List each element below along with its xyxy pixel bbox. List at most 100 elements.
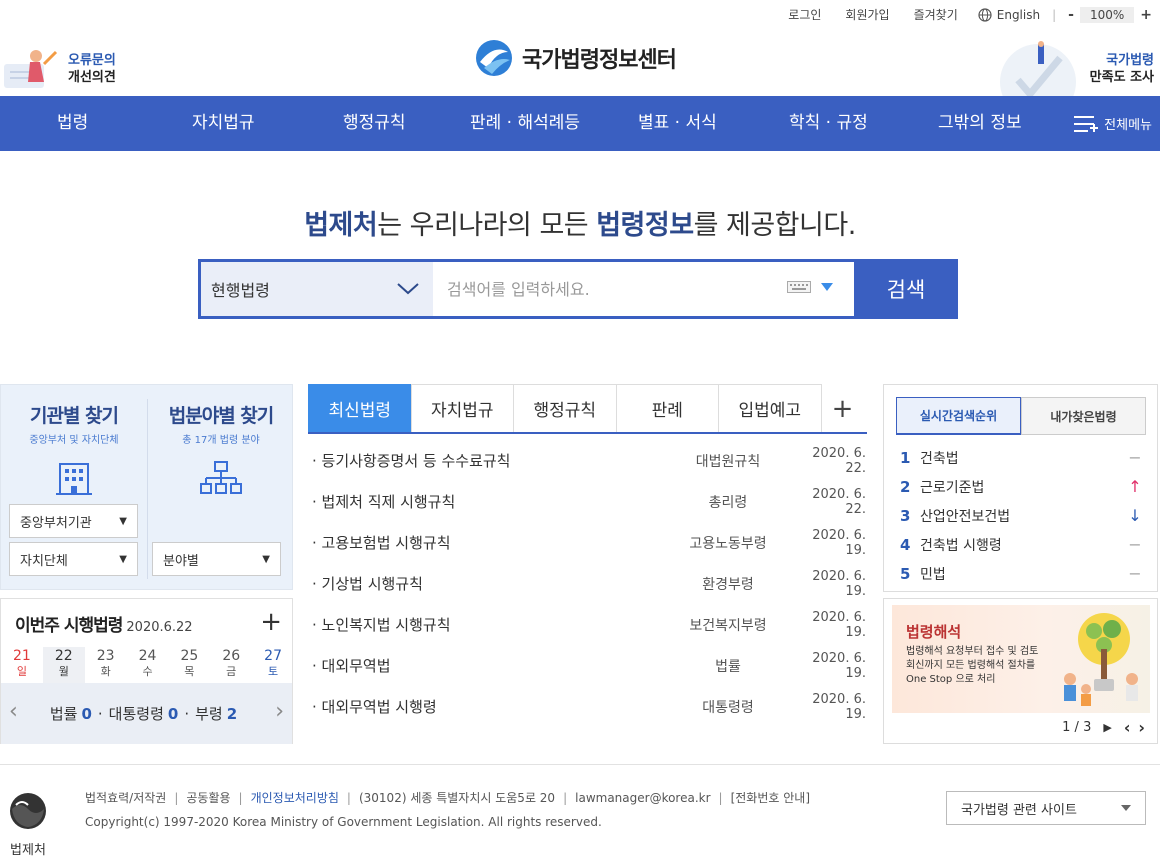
list-item[interactable]: 5 민법 − (900, 559, 1145, 588)
site-footer: 법제처 법적효력/저작권 | 공동활용 | 개인정보처리방침 | (30102) 세종… (0, 764, 1160, 859)
search-button[interactable]: 검색 (854, 259, 958, 319)
search-scope-value: 현행법령 (211, 281, 270, 300)
rank-term[interactable]: 건축법 (920, 448, 1125, 468)
ministry-count[interactable]: 2 (227, 705, 237, 723)
week-more-button[interactable]: + (260, 609, 282, 635)
local-gov-value: 자치단체 (20, 553, 68, 569)
english-link[interactable]: English (970, 8, 1048, 22)
day-wed[interactable]: 24 수 (127, 647, 169, 683)
site-logo[interactable]: 국가법령정보센터 (474, 38, 677, 78)
footer-link-phone[interactable]: [전화번호 안내] (723, 789, 818, 806)
nav-item-local-law[interactable]: 자치법규 (192, 96, 255, 151)
law-count[interactable]: 0 (81, 705, 91, 723)
law-field-select[interactable]: 분야별 ▼ (152, 542, 281, 576)
search-scope-select[interactable]: 현행법령 (201, 262, 433, 316)
day-mon-selected[interactable]: 22 월 (42, 647, 85, 683)
law-title[interactable]: · 법제처 직제 시행규칙 (308, 491, 668, 512)
list-item[interactable]: · 노인복지법 시행규칙 보건복지부령 2020. 6. 19. (308, 604, 866, 645)
day-sat[interactable]: 27 토 (252, 647, 294, 683)
chevron-left-icon[interactable]: ‹ (1124, 718, 1131, 737)
latest-law-list: · 등기사항증명서 등 수수료규칙 대법원규칙 2020. 6. 22. · 법제처… (308, 440, 866, 727)
rank-term[interactable]: 건축법 시행령 (920, 535, 1125, 555)
all-menu-button[interactable]: 전체메뉴 (1074, 96, 1152, 151)
footer-link-copyright[interactable]: 법적효력/저작권 (85, 789, 174, 806)
footer-email[interactable]: lawmanager@korea.kr (567, 791, 718, 805)
footer-link-privacy[interactable]: 개인정보처리방침 (243, 789, 347, 806)
zoom-out-button[interactable]: - (1068, 7, 1074, 23)
day-weekday: 월 (58, 665, 69, 678)
rank-number: 3 (900, 506, 911, 525)
favorites-link[interactable]: 즐겨찾기 (902, 6, 970, 23)
list-item[interactable]: · 기상법 시행규칙 환경부령 2020. 6. 19. (308, 563, 866, 604)
law-title[interactable]: · 기상법 시행규칙 (308, 573, 668, 594)
day-weekday: 금 (226, 665, 237, 678)
law-title[interactable]: · 대외무역법 (308, 655, 668, 676)
day-sun[interactable]: 21 일 (1, 647, 43, 683)
tab-legislative-notice[interactable]: 입법예고 (718, 384, 822, 432)
rank-term[interactable]: 민법 (920, 564, 1125, 584)
tab-more-button[interactable]: + (821, 384, 864, 432)
day-number: 26 (222, 648, 241, 664)
list-item[interactable]: 3 산업안전보건법 ↓ (900, 501, 1145, 530)
survey-illustration-icon (1000, 41, 1076, 96)
day-thu[interactable]: 25 목 (168, 647, 210, 683)
list-item[interactable]: 4 건축법 시행령 − (900, 530, 1145, 559)
law-field-value: 분야별 (163, 553, 199, 569)
error-report-link[interactable]: 오류문의 개선의견 (0, 42, 130, 92)
law-title[interactable]: · 고용보험법 시행규칙 (308, 532, 668, 553)
nav-item-school-rules[interactable]: 학칙 · 규정 (789, 96, 868, 151)
login-link[interactable]: 로그인 (776, 6, 833, 23)
tab-my-searched-laws[interactable]: 내가찾은법령 (1021, 397, 1146, 435)
day-weekday: 일 (16, 665, 27, 678)
footer-links: 법적효력/저작권 | 공동활용 | 개인정보처리방침 | (30102) 세종 특별자… (85, 789, 818, 806)
nav-item-forms[interactable]: 별표 · 서식 (638, 96, 717, 151)
decree-count[interactable]: 0 (168, 705, 178, 723)
signup-link[interactable]: 회원가입 (833, 6, 901, 23)
local-gov-select[interactable]: 자치단체 ▼ (9, 542, 138, 576)
list-item[interactable]: 2 근로기준법 ↑ (900, 472, 1145, 501)
tab-latest-laws[interactable]: 최신법령 (308, 384, 412, 432)
tab-admin-rules[interactable]: 행정규칙 (513, 384, 617, 432)
day-tue[interactable]: 23 화 (85, 647, 127, 683)
tab-local-laws[interactable]: 자치법규 (410, 384, 514, 432)
rank-term[interactable]: 근로기준법 (920, 477, 1125, 497)
law-title[interactable]: · 노인복지법 시행규칙 (308, 614, 668, 635)
banner-desc-line: 회신까지 모든 법령해석 절차를 (906, 660, 1036, 671)
list-item[interactable]: · 등기사항증명서 등 수수료규칙 대법원규칙 2020. 6. 22. (308, 440, 866, 481)
chevron-right-icon[interactable]: › (1138, 718, 1145, 737)
play-icon[interactable]: ▶ (1103, 721, 1111, 734)
list-item[interactable]: · 대외무역법 법률 2020. 6. 19. (308, 645, 866, 686)
list-item[interactable]: · 법제처 직제 시행규칙 총리령 2020. 6. 22. (308, 481, 866, 522)
law-title[interactable]: · 대외무역법 시행령 (308, 696, 668, 717)
central-agency-select[interactable]: 중앙부처기관 ▼ (9, 504, 138, 538)
tab-precedents[interactable]: 판례 (615, 384, 719, 432)
promo-banner: 법령해석 법령해석 요청부터 접수 및 검토 회신까지 모든 법령해석 절차를 … (883, 598, 1158, 744)
nav-item-precedents[interactable]: 판례 · 해석례등 (470, 96, 580, 151)
law-title[interactable]: · 등기사항증명서 등 수수료규칙 (308, 450, 668, 471)
hero-emphasis-org: 법제처 (304, 210, 378, 241)
list-item[interactable]: · 대외무역법 시행령 대통령령 2020. 6. 19. (308, 686, 866, 727)
rank-term[interactable]: 산업안전보건법 (920, 506, 1125, 526)
satisfaction-survey-link[interactable]: 국가법령 만족도 조사 (998, 40, 1154, 96)
day-weekday: 목 (184, 665, 195, 678)
list-item[interactable]: · 고용보험법 시행규칙 고용노동부령 2020. 6. 19. (308, 522, 866, 563)
survey-line2: 만족도 조사 (1089, 70, 1154, 85)
nav-item-law[interactable]: 법령 (57, 96, 88, 151)
triangle-down-icon (821, 283, 833, 291)
zoom-in-button[interactable]: + (1140, 7, 1152, 23)
list-item[interactable]: 1 건축법 − (900, 443, 1145, 472)
related-sites-select[interactable]: 국가법령 관련 사이트 (946, 791, 1146, 825)
footer-link-sharing[interactable]: 공동활용 (178, 789, 238, 806)
day-fri[interactable]: 26 금 (210, 647, 252, 683)
building-icon (56, 463, 92, 495)
survey-text: 국가법령 만족도 조사 (1090, 52, 1154, 86)
prev-arrow-icon[interactable]: ‹ (9, 699, 18, 724)
next-arrow-icon[interactable]: › (275, 699, 284, 724)
government-emblem-icon (10, 793, 46, 829)
virtual-keyboard-toggle[interactable] (787, 281, 833, 293)
tab-realtime-ranking[interactable]: 실시간검색순위 (896, 397, 1021, 435)
nav-item-admin-rules[interactable]: 행정규칙 (343, 96, 406, 151)
law-date: 2020. 6. 19. (812, 691, 866, 722)
nav-item-other-info[interactable]: 그밖의 정보 (938, 96, 1022, 151)
banner-slide[interactable]: 법령해석 법령해석 요청부터 접수 및 검토 회신까지 모든 법령해석 절차를 … (892, 605, 1150, 713)
